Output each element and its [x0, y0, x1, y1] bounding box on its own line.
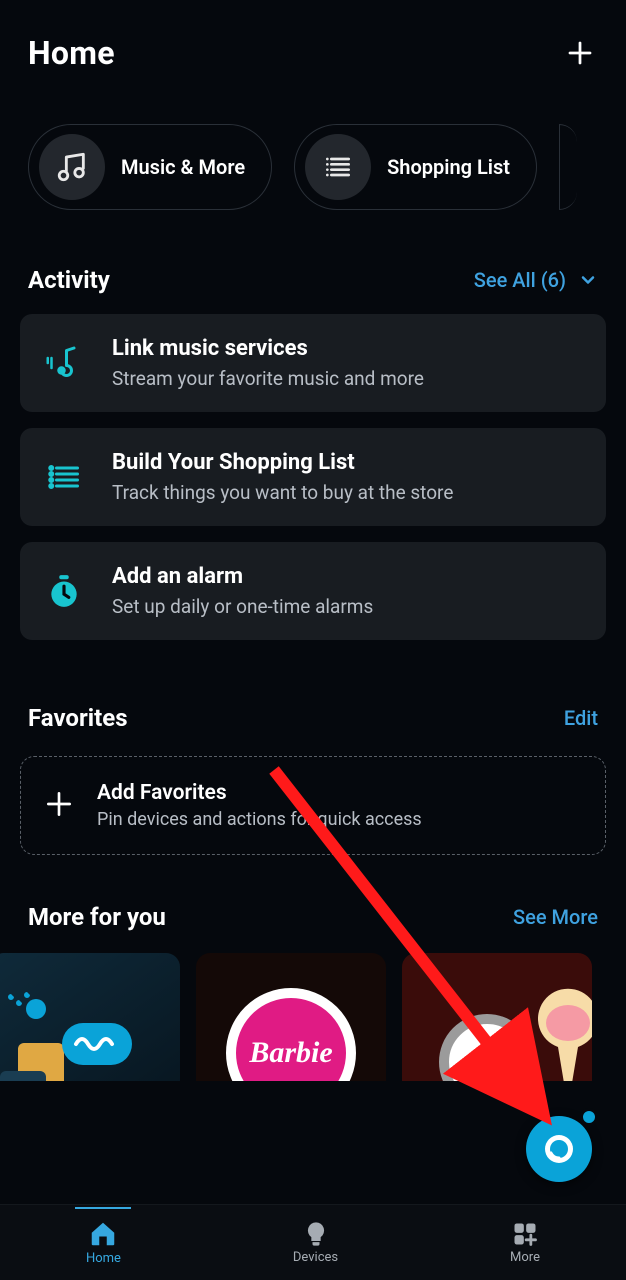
home-icon — [88, 1219, 118, 1249]
grid-plus-icon — [511, 1220, 539, 1248]
see-more-label: See More — [513, 905, 598, 929]
activity-card-alarm[interactable]: Add an alarm Set up daily or one-time al… — [20, 542, 606, 640]
card-title: Link music services — [112, 336, 424, 361]
alarm-icon — [40, 572, 88, 610]
alexa-voice-button[interactable] — [526, 1116, 592, 1182]
shortcut-row: Music & More Shopping List — [0, 88, 626, 210]
more-tiles: Barbie — [0, 931, 626, 1081]
activity-list: Link music services Stream your favorite… — [0, 294, 626, 640]
tile-featured[interactable] — [402, 953, 592, 1081]
nav-label: Home — [86, 1251, 121, 1266]
nav-label: More — [510, 1250, 540, 1265]
music-wave-icon — [40, 343, 88, 383]
plus-icon — [565, 38, 595, 68]
nav-label: Devices — [293, 1250, 338, 1265]
more-see-more[interactable]: See More — [513, 905, 598, 929]
add-favorites-title: Add Favorites — [97, 781, 422, 805]
card-title: Build Your Shopping List — [112, 450, 453, 475]
activity-heading: Activity — [28, 266, 110, 294]
favorites-edit[interactable]: Edit — [564, 706, 598, 730]
favorites-heading: Favorites — [28, 704, 128, 732]
shortcut-label: Shopping List — [387, 155, 510, 179]
alexa-bubble-icon — [580, 1108, 598, 1126]
card-subtitle: Set up daily or one-time alarms — [112, 595, 373, 618]
list-icon — [40, 459, 88, 495]
star-icon — [439, 1014, 535, 1081]
shortcut-shopping-list[interactable]: Shopping List — [294, 124, 537, 210]
page-title: Home — [28, 34, 115, 72]
activity-card-shopping-list[interactable]: Build Your Shopping List Track things yo… — [20, 428, 606, 526]
bulb-icon — [302, 1220, 330, 1248]
tile-alexa-promo[interactable] — [0, 953, 180, 1081]
card-title: Add an alarm — [112, 564, 373, 589]
add-button[interactable] — [562, 35, 598, 71]
add-favorites-card[interactable]: Add Favorites Pin devices and actions fo… — [20, 756, 606, 855]
shortcut-label: Music & More — [121, 155, 245, 179]
alexa-ring-icon — [539, 1129, 579, 1169]
edit-label: Edit — [564, 706, 598, 730]
nav-home[interactable]: Home — [86, 1219, 121, 1266]
bottom-nav: Home Devices More — [0, 1204, 626, 1280]
more-heading: More for you — [28, 903, 166, 931]
card-subtitle: Stream your favorite music and more — [112, 367, 424, 390]
chevron-down-icon — [578, 270, 598, 290]
nav-devices[interactable]: Devices — [293, 1220, 338, 1265]
tile-barbie[interactable]: Barbie — [196, 953, 386, 1081]
list-icon — [305, 134, 371, 200]
plus-icon — [43, 788, 75, 824]
music-icon — [39, 134, 105, 200]
see-all-label: See All (6) — [474, 268, 566, 292]
barbie-badge: Barbie — [226, 988, 356, 1081]
nav-more[interactable]: More — [510, 1220, 540, 1265]
card-subtitle: Track things you want to buy at the stor… — [112, 481, 453, 504]
shortcut-overflow[interactable] — [559, 124, 577, 210]
activity-see-all[interactable]: See All (6) — [474, 268, 598, 292]
add-favorites-subtitle: Pin devices and actions for quick access — [97, 809, 422, 830]
shortcut-music[interactable]: Music & More — [28, 124, 272, 210]
activity-card-link-music[interactable]: Link music services Stream your favorite… — [20, 314, 606, 412]
